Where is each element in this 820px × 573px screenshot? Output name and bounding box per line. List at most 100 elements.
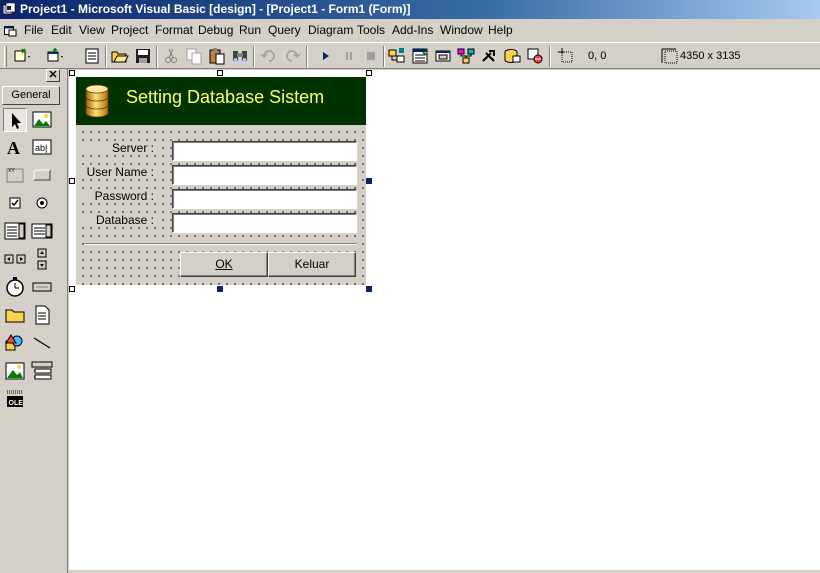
commandbutton-icon bbox=[33, 169, 51, 181]
vscrollbar-tool[interactable] bbox=[30, 247, 54, 271]
menu-run[interactable]: Run bbox=[239, 20, 261, 41]
password-input[interactable] bbox=[172, 189, 357, 209]
form-layout-icon[interactable] bbox=[433, 46, 453, 66]
toolbar-grip[interactable] bbox=[4, 46, 7, 67]
line-tool[interactable] bbox=[30, 331, 54, 355]
add-form-icon[interactable] bbox=[45, 46, 65, 66]
ok-button[interactable]: OK bbox=[180, 252, 268, 277]
shape-icon bbox=[5, 334, 23, 351]
listbox-tool[interactable] bbox=[30, 219, 54, 243]
form1-designer[interactable]: Setting Database Sistem Server : User Na… bbox=[76, 77, 366, 285]
size-icon bbox=[660, 46, 680, 66]
redo-icon[interactable] bbox=[282, 46, 302, 66]
database-icon bbox=[85, 84, 109, 118]
label-tool[interactable]: A bbox=[3, 135, 27, 159]
menu-diagram[interactable]: Diagram bbox=[308, 20, 353, 41]
pointer-icon bbox=[12, 113, 21, 129]
keluar-button-label: Keluar bbox=[294, 257, 330, 271]
component-manager-icon[interactable] bbox=[525, 46, 545, 66]
standard-toolbar: 0, 0 4350 x 3135 bbox=[0, 42, 820, 69]
keluar-button[interactable]: Keluar bbox=[268, 252, 356, 277]
menu-file[interactable]: File bbox=[24, 20, 43, 41]
combobox-tool[interactable] bbox=[3, 219, 27, 243]
resize-handle-right[interactable] bbox=[366, 178, 372, 184]
image-tool[interactable] bbox=[3, 359, 27, 383]
password-label: Password : bbox=[76, 189, 156, 203]
menu-query[interactable]: Query bbox=[268, 20, 301, 41]
folder-icon bbox=[5, 309, 25, 323]
textbox-tool[interactable]: ab| bbox=[30, 135, 54, 159]
form-title: Setting Database Sistem bbox=[126, 87, 325, 107]
find-icon[interactable] bbox=[230, 46, 250, 66]
data-control-icon bbox=[31, 361, 53, 380]
menu-tools[interactable]: Tools bbox=[357, 20, 385, 41]
toolbox-icon[interactable] bbox=[479, 46, 499, 66]
svg-text:A: A bbox=[7, 138, 20, 158]
menu-add-ins[interactable]: Add-Ins bbox=[392, 20, 433, 41]
form-header-banner: Setting Database Sistem bbox=[76, 77, 366, 125]
toolbox-panel: ✕ General A ab| XY OLE bbox=[0, 69, 68, 573]
checkbox-tool[interactable] bbox=[3, 191, 27, 215]
break-icon[interactable] bbox=[339, 46, 359, 66]
window-title-bar: Project1 - Microsoft Visual Basic [desig… bbox=[0, 0, 820, 19]
server-label: Server : bbox=[76, 141, 156, 155]
toolbox-tab-general[interactable]: General bbox=[2, 86, 60, 105]
save-icon[interactable] bbox=[133, 46, 153, 66]
frame-tool[interactable]: XY bbox=[3, 163, 27, 187]
undo-icon[interactable] bbox=[259, 46, 279, 66]
optionbutton-tool[interactable] bbox=[30, 191, 54, 215]
end-icon[interactable] bbox=[361, 46, 381, 66]
file-icon bbox=[35, 305, 50, 325]
toolbox-close-button[interactable]: ✕ bbox=[46, 69, 60, 82]
commandbutton-tool[interactable] bbox=[30, 163, 54, 187]
server-input[interactable] bbox=[172, 141, 357, 161]
cut-icon[interactable] bbox=[161, 46, 181, 66]
picturebox-tool[interactable] bbox=[30, 108, 54, 132]
size-readout: 4350 x 3135 bbox=[680, 50, 741, 62]
dirlistbox-tool[interactable] bbox=[3, 303, 27, 327]
resize-handle-left bbox=[69, 178, 75, 184]
svg-text:XY: XY bbox=[8, 168, 15, 174]
ok-button-label: OK bbox=[215, 257, 233, 271]
menu-edit[interactable]: Edit bbox=[51, 20, 72, 41]
frame-icon: XY bbox=[6, 168, 24, 183]
data-view-icon[interactable] bbox=[502, 46, 522, 66]
data-tool[interactable] bbox=[30, 359, 54, 383]
form-system-menu-icon[interactable] bbox=[4, 24, 17, 37]
add-project-icon[interactable] bbox=[12, 46, 32, 66]
timer-tool[interactable] bbox=[3, 275, 27, 299]
shape-tool[interactable] bbox=[3, 331, 27, 355]
vscrollbar-icon bbox=[37, 248, 47, 270]
database-input[interactable] bbox=[172, 213, 357, 233]
menu-view[interactable]: View bbox=[79, 20, 105, 41]
hscrollbar-tool[interactable] bbox=[3, 247, 27, 271]
image-icon bbox=[5, 362, 25, 380]
menu-project[interactable]: Project bbox=[111, 20, 148, 41]
resize-handle-bottom[interactable] bbox=[217, 286, 223, 292]
pointer-tool[interactable] bbox=[3, 108, 27, 132]
object-browser-icon[interactable] bbox=[456, 46, 476, 66]
line-icon bbox=[33, 337, 51, 349]
menu-window[interactable]: Window bbox=[440, 20, 483, 41]
user-name-label: User Name : bbox=[76, 165, 156, 179]
menu-debug[interactable]: Debug bbox=[198, 20, 233, 41]
optionbutton-icon bbox=[36, 197, 48, 209]
svg-text:ab|: ab| bbox=[35, 143, 47, 153]
open-icon[interactable] bbox=[110, 46, 130, 66]
svg-text:OLE: OLE bbox=[9, 400, 24, 407]
menu-help[interactable]: Help bbox=[488, 20, 513, 41]
menu-editor-icon[interactable] bbox=[82, 46, 102, 66]
paste-icon[interactable] bbox=[207, 46, 227, 66]
properties-window-icon[interactable] bbox=[410, 46, 430, 66]
ole-tool[interactable]: OLE bbox=[3, 387, 27, 411]
drivelistbox-tool[interactable] bbox=[30, 275, 54, 299]
project-explorer-icon[interactable] bbox=[387, 46, 407, 66]
resize-handle-bottom-right[interactable] bbox=[366, 286, 372, 292]
start-icon[interactable] bbox=[316, 46, 336, 66]
user-name-input[interactable] bbox=[172, 165, 357, 185]
filelistbox-tool[interactable] bbox=[30, 303, 54, 327]
timer-icon bbox=[6, 277, 24, 297]
menu-format[interactable]: Format bbox=[155, 20, 193, 41]
copy-icon[interactable] bbox=[184, 46, 204, 66]
hscrollbar-icon bbox=[4, 254, 26, 264]
